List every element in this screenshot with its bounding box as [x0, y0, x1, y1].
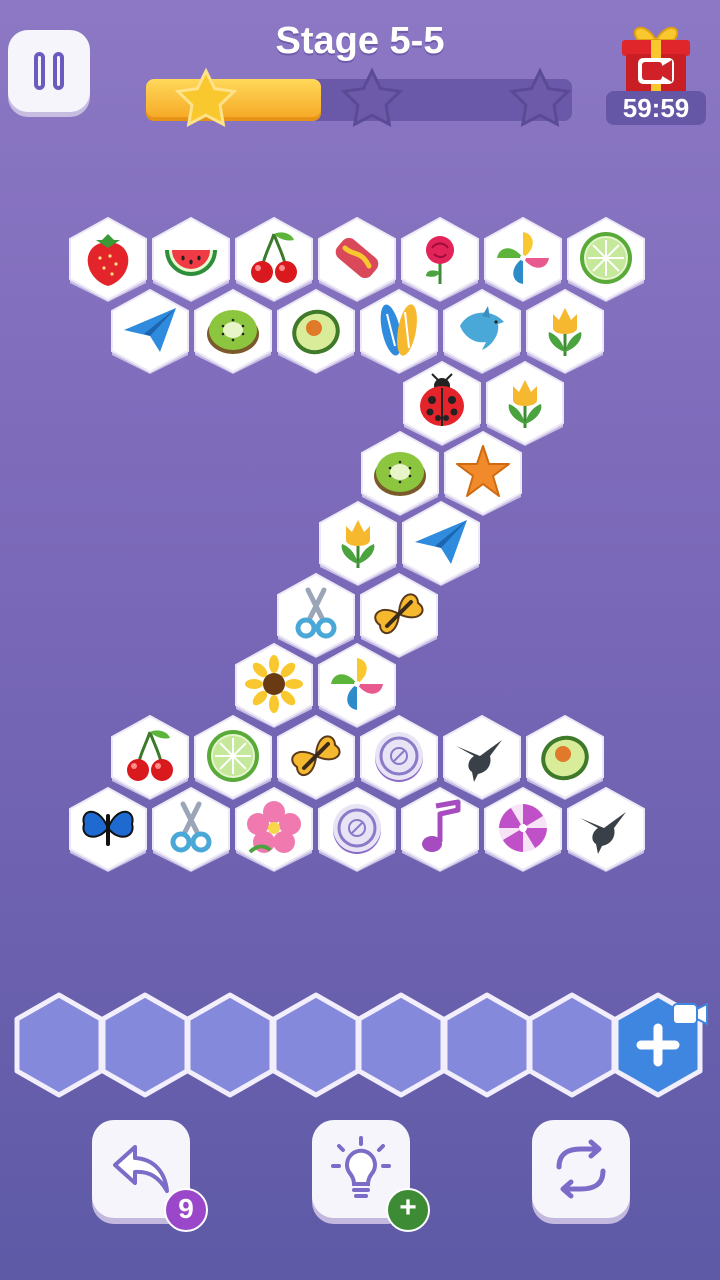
cherry-icon [127, 730, 173, 781]
lime-slice-icon [580, 232, 632, 284]
tulip-icon [548, 308, 582, 356]
pause-button[interactable] [8, 30, 90, 112]
tile[interactable] [276, 288, 356, 374]
kiwi-icon [207, 310, 259, 354]
butterfly-icon [291, 735, 341, 777]
tulip-icon [508, 380, 542, 428]
tray-slot [185, 992, 275, 1098]
tile[interactable] [151, 786, 231, 872]
hummingbird-icon [580, 812, 626, 854]
lollipop-icon [499, 804, 547, 852]
blue-butterfly-icon [82, 810, 134, 846]
add-slot-button[interactable] [613, 992, 708, 1098]
tile-tray [14, 992, 708, 1102]
shuffle-button[interactable] [532, 1120, 630, 1218]
surfboard-icon [380, 304, 417, 356]
pinwheel-icon [331, 658, 383, 710]
candy-bar-icon [335, 237, 379, 279]
pause-icon [34, 52, 45, 90]
stage-title: Stage 5-5 [275, 20, 445, 62]
stage-progress-bar [146, 67, 572, 128]
undo-button[interactable]: 9 [92, 1120, 208, 1232]
hummingbird-icon [456, 740, 502, 782]
paper-plane-icon [415, 520, 467, 564]
tile[interactable] [400, 786, 480, 872]
strawberry-icon [87, 234, 129, 286]
undo-count-badge: 9 [164, 1188, 208, 1232]
timer-text: 59:59 [606, 91, 706, 125]
scissors-icon [295, 587, 337, 639]
kiwi-icon [374, 452, 426, 496]
tile[interactable] [566, 786, 646, 872]
star-icon-earned [174, 67, 238, 128]
butterfly-icon [374, 593, 424, 635]
tile[interactable] [317, 786, 397, 872]
undo-arrow-icon [113, 1145, 169, 1193]
avocado-icon [541, 735, 589, 781]
tray-slot [100, 992, 190, 1098]
tile[interactable] [68, 786, 148, 872]
tile[interactable] [234, 786, 314, 872]
hibiscus-icon [247, 801, 301, 854]
star-icon-empty [340, 67, 404, 128]
tulip-icon [341, 520, 375, 568]
pinwheel-icon [497, 232, 549, 284]
tray-slot [271, 992, 361, 1098]
watermelon-icon [165, 250, 217, 276]
dolphin-icon [460, 306, 504, 350]
button-icon [375, 732, 423, 782]
star-icon-empty [508, 67, 572, 128]
tile[interactable] [110, 288, 190, 374]
sunflower-icon [245, 655, 303, 713]
shuffle-icon [556, 1139, 606, 1199]
tray-slot [356, 992, 446, 1098]
ladybug-icon [420, 373, 464, 426]
scissors-icon [170, 801, 212, 853]
tile[interactable] [193, 288, 273, 374]
tile[interactable] [483, 786, 563, 872]
rose-icon [426, 236, 454, 284]
button-icon [333, 804, 381, 854]
tray-slot [527, 992, 617, 1098]
tray-slot [14, 992, 104, 1098]
hint-button[interactable]: + [312, 1120, 430, 1232]
plus-video-icon [613, 992, 708, 1098]
starfish-icon [456, 445, 510, 497]
cherry-icon [251, 232, 297, 283]
tray-slot [442, 992, 532, 1098]
gift-video-icon[interactable] [616, 18, 696, 98]
music-note-icon [422, 799, 461, 852]
lightbulb-icon [331, 1136, 391, 1198]
plus-icon: + [386, 1188, 430, 1232]
lime-slice-icon [207, 730, 259, 782]
paper-plane-icon [124, 308, 176, 352]
avocado-icon [292, 309, 340, 355]
